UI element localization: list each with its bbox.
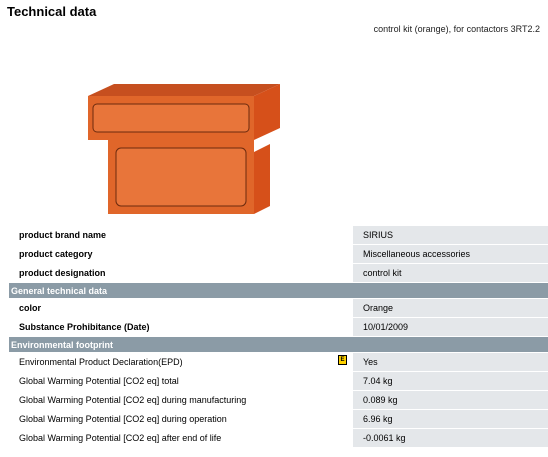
row-label: product category [9,244,353,264]
row-value: 10/01/2009 [348,317,548,337]
table-row: Substance Prohibitance (Date) 10/01/2009 [9,317,548,337]
table-row: Global Warming Potential [CO2 eq] during… [9,390,548,410]
section-header-environment: Environmental footprint [9,336,548,353]
spec-table: product brand name SIRIUS product catego… [9,226,548,448]
table-row: Global Warming Potential [CO2 eq] during… [9,409,548,429]
row-label-text: Environmental Product Declaration(EPD) [19,357,183,367]
table-row: Global Warming Potential [CO2 eq] after … [9,428,548,448]
epd-document-icon[interactable]: E [338,355,347,365]
product-subtitle: control kit (orange), for contactors 3RT… [373,24,540,34]
row-label: color [9,298,353,318]
row-value: 7.04 kg [348,371,548,391]
product-lower-panel [115,147,247,207]
row-value: 0.089 kg [348,390,548,410]
section-title: General technical data [9,282,548,299]
section-header-general: General technical data [9,282,548,299]
table-row: product designation control kit [9,263,548,283]
section-title: Environmental footprint [9,336,548,353]
row-label: Global Warming Potential [CO2 eq] during… [9,409,353,429]
row-value: Orange [348,298,548,318]
row-label: Global Warming Potential [CO2 eq] during… [9,390,353,410]
table-row: Environmental Product Declaration(EPD) E… [9,352,548,372]
product-image [88,84,280,214]
row-label: Environmental Product Declaration(EPD) E [9,352,353,372]
row-label: Global Warming Potential [CO2 eq] after … [9,428,353,448]
row-value: -0.0061 kg [348,428,548,448]
product-upper-panel [92,103,250,133]
row-label: Global Warming Potential [CO2 eq] total [9,371,353,391]
product-top-face [88,84,280,96]
table-row: product brand name SIRIUS [9,226,548,245]
row-value: 6.96 kg [348,409,548,429]
table-row: Global Warming Potential [CO2 eq] total … [9,371,548,391]
page-title: Technical data [7,4,97,19]
row-label: product brand name [9,226,353,245]
row-value: SIRIUS [348,226,548,245]
row-value: Yes [348,352,548,372]
row-value: control kit [348,263,548,283]
product-lower-side [254,144,270,214]
row-value: Miscellaneous accessories [348,244,548,264]
table-row: color Orange [9,298,548,318]
table-row: product category Miscellaneous accessori… [9,244,548,264]
row-label: Substance Prohibitance (Date) [9,317,353,337]
row-label: product designation [9,263,353,283]
